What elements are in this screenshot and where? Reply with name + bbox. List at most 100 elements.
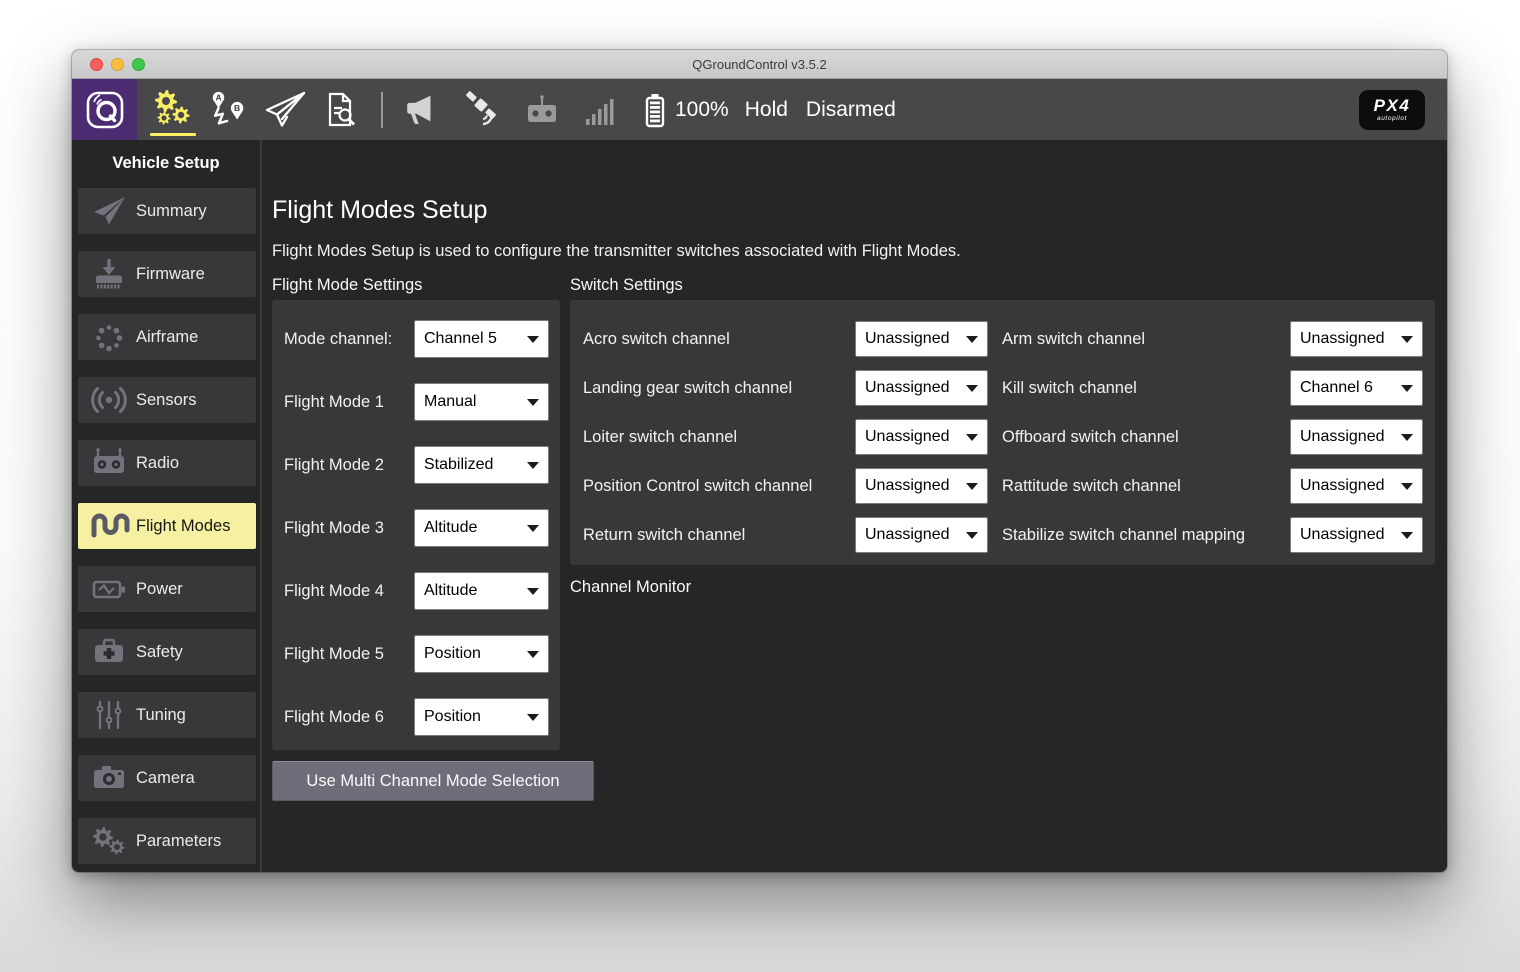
- chevron-down-icon: [966, 532, 978, 539]
- flight-mode-3-label: Flight Mode 3: [284, 519, 384, 538]
- flight-mode-4-label: Flight Mode 4: [284, 582, 384, 601]
- qgc-home-button[interactable]: [72, 79, 137, 141]
- armed-state-indicator[interactable]: Disarmed: [806, 98, 896, 122]
- chevron-down-icon: [1401, 434, 1413, 441]
- sidebar-item-power[interactable]: Power: [78, 566, 256, 612]
- power-icon: [86, 568, 132, 610]
- select-value: Unassigned: [865, 477, 950, 495]
- body-area: Vehicle Setup Summary Firmware Airframe …: [72, 140, 1447, 872]
- acro-switch-channel-select[interactable]: Unassigned: [855, 321, 988, 357]
- use-multi-channel-mode-selection-button[interactable]: Use Multi Channel Mode Selection: [272, 761, 594, 801]
- paper-plane-icon: [263, 90, 307, 130]
- chevron-down-icon: [527, 714, 539, 721]
- page-title: Flight Modes Setup: [272, 196, 487, 225]
- sidebar-item-radio[interactable]: Radio: [78, 440, 256, 486]
- sidebar-item-camera[interactable]: Camera: [78, 755, 256, 801]
- chevron-down-icon: [527, 651, 539, 658]
- select-value: Channel 6: [1300, 379, 1373, 397]
- arm-switch-channel-select[interactable]: Unassigned: [1290, 321, 1423, 357]
- sensors-icon: [86, 379, 132, 421]
- sidebar-item-tuning[interactable]: Tuning: [78, 692, 256, 738]
- stabilize-switch-channel-mapping-select[interactable]: Unassigned: [1290, 517, 1423, 553]
- rattitude-switch-channel-select[interactable]: Unassigned: [1290, 468, 1423, 504]
- window-title: QGroundControl v3.5.2: [692, 57, 826, 72]
- sidebar-item-safety[interactable]: Safety: [78, 629, 256, 675]
- rc-rssi-status[interactable]: [523, 93, 561, 127]
- flight-mode-row: Flight Mode 2 Stabilized: [284, 446, 549, 484]
- chevron-down-icon: [966, 385, 978, 392]
- landing-gear-switch-channel-label: Landing gear switch channel: [583, 379, 855, 398]
- flight-mode-row: Flight Mode 4 Altitude: [284, 572, 549, 610]
- chevron-down-icon: [527, 462, 539, 469]
- sidebar-item-sensors[interactable]: Sensors: [78, 377, 256, 423]
- flight-mode-6-label: Flight Mode 6: [284, 708, 384, 727]
- flight-mode-1-select[interactable]: Manual: [414, 383, 549, 421]
- flight-mode-6-select[interactable]: Position: [414, 698, 549, 736]
- flight-mode-2-select[interactable]: Stabilized: [414, 446, 549, 484]
- flight-mode-row: Flight Mode 1 Manual: [284, 383, 549, 421]
- vehicle-setup-view-button[interactable]: [145, 79, 201, 141]
- switch-row: Position Control switch channel Unassign…: [583, 468, 1435, 504]
- offboard-switch-channel-select[interactable]: Unassigned: [1290, 419, 1423, 455]
- svg-text:A: A: [216, 93, 222, 102]
- px4-logo-text: PX4: [1374, 97, 1411, 114]
- audio-status[interactable]: [401, 91, 439, 129]
- battery-indicator[interactable]: 100%: [641, 90, 729, 130]
- select-value: Unassigned: [865, 379, 950, 397]
- sidebar-item-parameters[interactable]: Parameters: [78, 818, 256, 864]
- return-switch-channel-label: Return switch channel: [583, 526, 855, 545]
- flight-mode-settings-panel: Mode channel: Channel 5 Flight Mode 1 Ma…: [272, 300, 560, 750]
- offboard-switch-channel-label: Offboard switch channel: [1002, 428, 1290, 447]
- chevron-down-icon: [966, 483, 978, 490]
- chevron-down-icon: [527, 525, 539, 532]
- flight-mode-settings-heading: Flight Mode Settings: [272, 276, 422, 295]
- gps-status[interactable]: [461, 90, 501, 130]
- signal-bars-icon: [583, 95, 617, 125]
- select-value: Unassigned: [1300, 330, 1385, 348]
- flight-mode-row: Flight Mode 5 Position: [284, 635, 549, 673]
- toolbar: A B 100% Hold Disarmed PX4 autopilot: [72, 79, 1447, 141]
- flight-mode-4-select[interactable]: Altitude: [414, 572, 549, 610]
- flight-mode-row: Flight Mode 6 Position: [284, 698, 549, 736]
- traffic-lights: [90, 50, 145, 78]
- sidebar-items: Summary Firmware Airframe Sensors Radio …: [72, 186, 260, 864]
- flight-modes-icon: [86, 505, 132, 547]
- select-value: Altitude: [424, 582, 477, 600]
- battery-percent: 100%: [675, 98, 729, 122]
- landing-gear-switch-channel-select[interactable]: Unassigned: [855, 370, 988, 406]
- acro-switch-channel-label: Acro switch channel: [583, 330, 855, 349]
- switch-row: Acro switch channel Unassigned Arm switc…: [583, 321, 1435, 357]
- battery-icon: [641, 90, 669, 130]
- sidebar-item-airframe[interactable]: Airframe: [78, 314, 256, 360]
- fly-view-button[interactable]: [257, 79, 313, 141]
- telemetry-rssi-status[interactable]: [583, 95, 617, 125]
- sidebar-header: Vehicle Setup: [72, 140, 260, 186]
- plan-view-button[interactable]: A B: [201, 79, 257, 141]
- sidebar-item-firmware[interactable]: Firmware: [78, 251, 256, 297]
- flight-mode-3-select[interactable]: Altitude: [414, 509, 549, 547]
- zoom-button[interactable]: [132, 58, 145, 71]
- select-value: Manual: [424, 393, 476, 411]
- sidebar-item-summary[interactable]: Summary: [78, 188, 256, 234]
- px4-logo-subtext: autopilot: [1377, 116, 1407, 123]
- mode-channel-select[interactable]: Channel 5: [414, 320, 549, 358]
- flight-mode-indicator[interactable]: Hold: [745, 98, 788, 122]
- gears-icon: [150, 88, 196, 132]
- flight-mode-1-label: Flight Mode 1: [284, 393, 384, 412]
- return-switch-channel-select[interactable]: Unassigned: [855, 517, 988, 553]
- kill-switch-channel-select[interactable]: Channel 6: [1290, 370, 1423, 406]
- flight-mode-5-select[interactable]: Position: [414, 635, 549, 673]
- tuning-icon: [86, 694, 132, 736]
- close-button[interactable]: [90, 58, 103, 71]
- chevron-down-icon: [1401, 385, 1413, 392]
- loiter-switch-channel-label: Loiter switch channel: [583, 428, 855, 447]
- titlebar: QGroundControl v3.5.2: [72, 50, 1447, 79]
- position-control-switch-channel-select[interactable]: Unassigned: [855, 468, 988, 504]
- sidebar-item-flight-modes[interactable]: Flight Modes: [78, 503, 256, 549]
- minimize-button[interactable]: [111, 58, 124, 71]
- chevron-down-icon: [966, 434, 978, 441]
- loiter-switch-channel-select[interactable]: Unassigned: [855, 419, 988, 455]
- stabilize-switch-channel-mapping-label: Stabilize switch channel mapping: [1002, 526, 1290, 545]
- chevron-down-icon: [966, 336, 978, 343]
- analyze-view-button[interactable]: [313, 79, 369, 141]
